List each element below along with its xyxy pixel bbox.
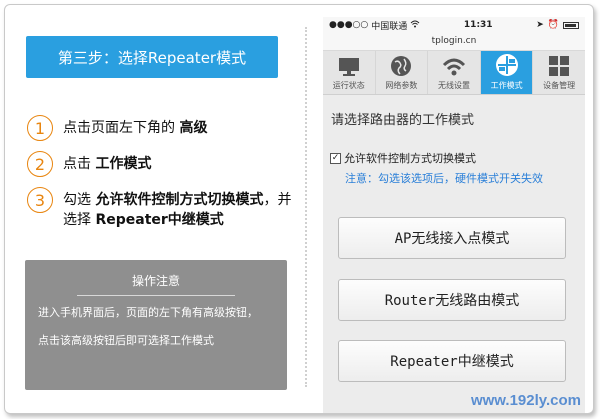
note-title: 操作注意 xyxy=(131,274,180,288)
grid-icon xyxy=(549,56,570,76)
step-item: 2 点击 工作模式 xyxy=(27,151,297,177)
tab-status[interactable]: 运行状态 xyxy=(323,51,376,94)
status-bar: ●●●○○ 中国联通 11:31 ➤ ⏰ xyxy=(323,17,585,33)
note-line: 进入手机界面后，页面的左下角有高级按钮， xyxy=(38,306,258,319)
alarm-icon: ⏰ xyxy=(547,20,559,30)
signal-icon: ●●●○○ xyxy=(329,20,369,30)
phone-screen: ●●●○○ 中国联通 11:31 ➤ ⏰ tplogin.cn 运行状态 网络参… xyxy=(323,17,585,413)
tab-wireless[interactable]: 无线设置 xyxy=(428,51,481,94)
ap-mode-button[interactable]: AP无线接入点模式 xyxy=(338,217,566,259)
tab-work-mode[interactable]: 工作模式 xyxy=(480,51,534,94)
note-divider xyxy=(77,295,235,296)
hint-text: 注意：勾选该选项后，硬件模式开关失效 xyxy=(345,172,543,185)
step-title-banner: 第三步：选择Repeater模式 xyxy=(26,36,278,78)
step-text: 点击 工作模式 xyxy=(63,156,152,172)
repeater-mode-button[interactable]: Repeater中继模式 xyxy=(338,340,566,382)
step-number: 2 xyxy=(27,151,53,177)
step-item: 3 勾选 允许软件控制方式切换模式，并选择 Repeater中继模式 xyxy=(27,187,297,230)
dotted-separator xyxy=(305,27,307,387)
step-list: 1 点击页面左下角的 高级 2 点击 工作模式 3 勾选 允许软件控制方式切换模… xyxy=(27,115,297,240)
step-text: 勾选 允许软件控制方式切换模式，并选择 Repeater中继模式 xyxy=(63,192,292,228)
step-item: 1 点击页面左下角的 高级 xyxy=(27,115,297,141)
wifi-icon xyxy=(410,20,420,31)
step-text: 点击页面左下角的 高级 xyxy=(63,120,208,136)
tutorial-frame: 第三步：选择Repeater模式 1 点击页面左下角的 高级 2 点击 工作模式… xyxy=(4,4,594,414)
tab-network[interactable]: 网络参数 xyxy=(376,51,429,94)
page-title: 请选择路由器的工作模式 xyxy=(331,113,475,128)
router-mode-button[interactable]: Router无线路由模式 xyxy=(338,279,566,321)
carrier-label: 中国联通 xyxy=(371,21,408,32)
allow-software-switch-checkbox[interactable]: ✓ xyxy=(330,152,341,164)
wifi-signal-icon xyxy=(442,58,466,76)
allow-software-switch-checkbox-row[interactable]: ✓ 允许软件控制方式切换模式 xyxy=(330,150,585,166)
step-number: 3 xyxy=(27,187,53,213)
note-line: 点击该高级按钮后即可选择工作模式 xyxy=(38,334,214,347)
battery-icon xyxy=(562,21,579,29)
work-mode-icon xyxy=(495,54,518,76)
location-icon: ➤ xyxy=(536,20,544,30)
globe-icon xyxy=(391,56,412,76)
tab-device-management[interactable]: 设备管理 xyxy=(533,51,585,94)
step-number: 1 xyxy=(27,115,53,141)
monitor-icon xyxy=(338,58,359,76)
checkbox-label: 允许软件控制方式切换模式 xyxy=(344,152,476,165)
url-bar[interactable]: tplogin.cn xyxy=(323,33,585,51)
watermark: www.192ly.com xyxy=(470,392,581,409)
note-box: 操作注意 进入手机界面后，页面的左下角有高级按钮， 点击该高级按钮后即可选择工作… xyxy=(25,260,287,390)
clock-label: 11:31 xyxy=(463,20,493,30)
tab-bar: 运行状态 网络参数 无线设置 工作模式 设备管理 xyxy=(323,51,585,95)
